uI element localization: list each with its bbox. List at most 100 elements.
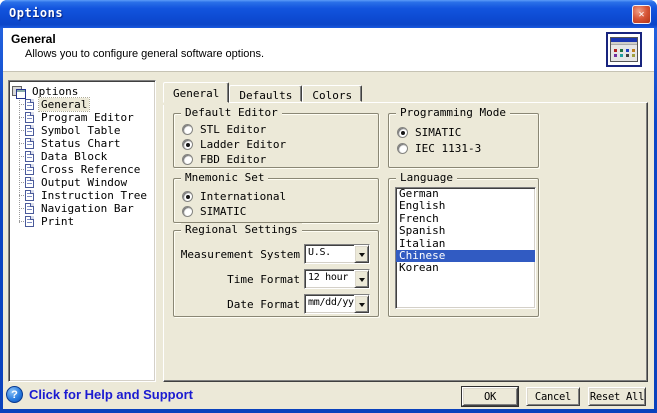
tree-item-print[interactable]: Print xyxy=(9,215,155,228)
chevron-down-icon xyxy=(359,253,365,260)
dropdown-button[interactable] xyxy=(354,245,369,263)
dialog-body: General Allows you to configure general … xyxy=(3,28,654,409)
tree-item-instruction-tree[interactable]: Instruction Tree xyxy=(9,189,155,202)
radio-stl-editor[interactable]: STL Editor xyxy=(182,123,266,136)
radio-label: International xyxy=(200,190,286,203)
options-preview-icon xyxy=(606,32,642,67)
radio-label: STL Editor xyxy=(200,123,266,136)
tab-page-general: Default Editor STL Editor Ladder Editor … xyxy=(163,102,648,382)
tree-item-navigation-bar[interactable]: Navigation Bar xyxy=(9,202,155,215)
tree-item-label: Output Window xyxy=(39,176,129,189)
radio-button-checked-icon xyxy=(397,127,408,138)
list-item-english[interactable]: English xyxy=(396,200,535,212)
close-icon: ✕ xyxy=(638,9,644,20)
group-title: Regional Settings xyxy=(181,223,302,236)
tree-item-symbol-table[interactable]: Symbol Table xyxy=(9,124,155,137)
radio-simatic-mode[interactable]: SIMATIC xyxy=(397,126,461,139)
regional-settings-group: Regional Settings Measurement System U.S… xyxy=(173,230,379,317)
dropdown-value: U.S. xyxy=(305,245,354,263)
radio-simatic-mnemonic[interactable]: SIMATIC xyxy=(182,205,246,218)
document-icon xyxy=(25,216,34,227)
tree-item-label: Cross Reference xyxy=(39,163,142,176)
tree-item-cross-reference[interactable]: Cross Reference xyxy=(9,163,155,176)
help-and-support-link[interactable]: ? Click for Help and Support xyxy=(6,386,193,403)
tab-general[interactable]: General xyxy=(163,82,229,103)
tree-item-label: Symbol Table xyxy=(39,124,122,137)
document-icon xyxy=(25,112,34,123)
tree-item-label: Data Block xyxy=(39,150,109,163)
tree-root-label: Options xyxy=(30,85,80,98)
radio-label: SIMATIC xyxy=(415,126,461,139)
help-icon: ? xyxy=(6,386,23,403)
tab-strip: General Defaults Colors xyxy=(163,82,362,103)
document-icon xyxy=(25,138,34,149)
radio-button-icon xyxy=(397,143,408,154)
group-title: Programming Mode xyxy=(396,106,510,119)
tab-colors[interactable]: Colors xyxy=(302,85,362,102)
radio-label: IEC 1131-3 xyxy=(415,142,481,155)
dropdown-value: mm/dd/yy xyxy=(305,295,354,313)
window-title: Options xyxy=(9,6,63,20)
document-icon xyxy=(25,177,34,188)
time-format-dropdown[interactable]: 12 hour xyxy=(304,269,370,289)
list-item-spanish[interactable]: Spanish xyxy=(396,225,535,237)
mini-icon-grid xyxy=(614,49,617,52)
mini-window-graphic xyxy=(610,37,638,62)
tree-item-status-chart[interactable]: Status Chart xyxy=(9,137,155,150)
dropdown-button[interactable] xyxy=(354,295,369,313)
document-icon xyxy=(25,203,34,214)
dropdown-button[interactable] xyxy=(354,270,369,288)
group-title: Language xyxy=(396,171,457,184)
help-link-label: Click for Help and Support xyxy=(29,387,193,402)
document-icon xyxy=(25,151,34,162)
list-item-korean[interactable]: Korean xyxy=(396,262,535,274)
dropdown-value: 12 hour xyxy=(305,270,354,288)
tree-item-label: Navigation Bar xyxy=(39,202,136,215)
options-tree: Options General Program Editor Symbol Ta… xyxy=(8,80,156,382)
field-label: Date Format xyxy=(174,298,300,311)
document-icon xyxy=(25,164,34,175)
reset-all-button[interactable]: Reset All xyxy=(588,387,646,406)
options-root-icon xyxy=(12,86,25,98)
tree-item-label: Instruction Tree xyxy=(39,189,149,202)
title-bar[interactable]: Options ✕ xyxy=(0,0,657,28)
chevron-down-icon xyxy=(359,303,365,310)
close-button[interactable]: ✕ xyxy=(632,5,651,24)
dialog-header: General Allows you to configure general … xyxy=(3,28,654,72)
measurement-system-dropdown[interactable]: U.S. xyxy=(304,244,370,264)
cancel-button[interactable]: Cancel xyxy=(526,387,580,406)
tree-item-general[interactable]: General xyxy=(9,98,155,111)
radio-button-icon xyxy=(182,124,193,135)
date-format-dropdown[interactable]: mm/dd/yy xyxy=(304,294,370,314)
tree-item-data-block[interactable]: Data Block xyxy=(9,150,155,163)
tree-item-options-root[interactable]: Options xyxy=(9,85,155,98)
document-icon xyxy=(25,125,34,136)
header-description: Allows you to configure general software… xyxy=(25,48,264,60)
group-title: Default Editor xyxy=(181,106,282,119)
radio-international[interactable]: International xyxy=(182,190,286,203)
radio-button-checked-icon xyxy=(182,191,193,202)
radio-iec-1131-3[interactable]: IEC 1131-3 xyxy=(397,142,481,155)
tree-item-label: Status Chart xyxy=(39,137,122,150)
question-mark-glyph: ? xyxy=(11,389,18,401)
tree-item-label: Print xyxy=(39,215,76,228)
field-label: Time Format xyxy=(174,273,300,286)
radio-fbd-editor[interactable]: FBD Editor xyxy=(182,153,266,166)
language-group: Language German English French Spanish I… xyxy=(388,178,539,317)
radio-button-icon xyxy=(182,154,193,165)
language-listbox: German English French Spanish Italian Ch… xyxy=(395,187,536,309)
programming-mode-group: Programming Mode SIMATIC IEC 1131-3 xyxy=(388,113,539,168)
header-title: General xyxy=(11,32,56,46)
tree-item-label: Program Editor xyxy=(39,111,136,124)
document-icon xyxy=(25,190,34,201)
default-editor-group: Default Editor STL Editor Ladder Editor … xyxy=(173,113,379,168)
ok-button[interactable]: OK xyxy=(462,387,518,406)
tab-defaults[interactable]: Defaults xyxy=(229,85,302,102)
measurement-system-row: Measurement System U.S. xyxy=(174,244,378,264)
radio-ladder-editor[interactable]: Ladder Editor xyxy=(182,138,286,151)
tree-item-program-editor[interactable]: Program Editor xyxy=(9,111,155,124)
tree-item-label: General xyxy=(39,98,89,111)
group-title: Mnemonic Set xyxy=(181,171,268,184)
tree-item-output-window[interactable]: Output Window xyxy=(9,176,155,189)
document-icon xyxy=(25,99,34,110)
